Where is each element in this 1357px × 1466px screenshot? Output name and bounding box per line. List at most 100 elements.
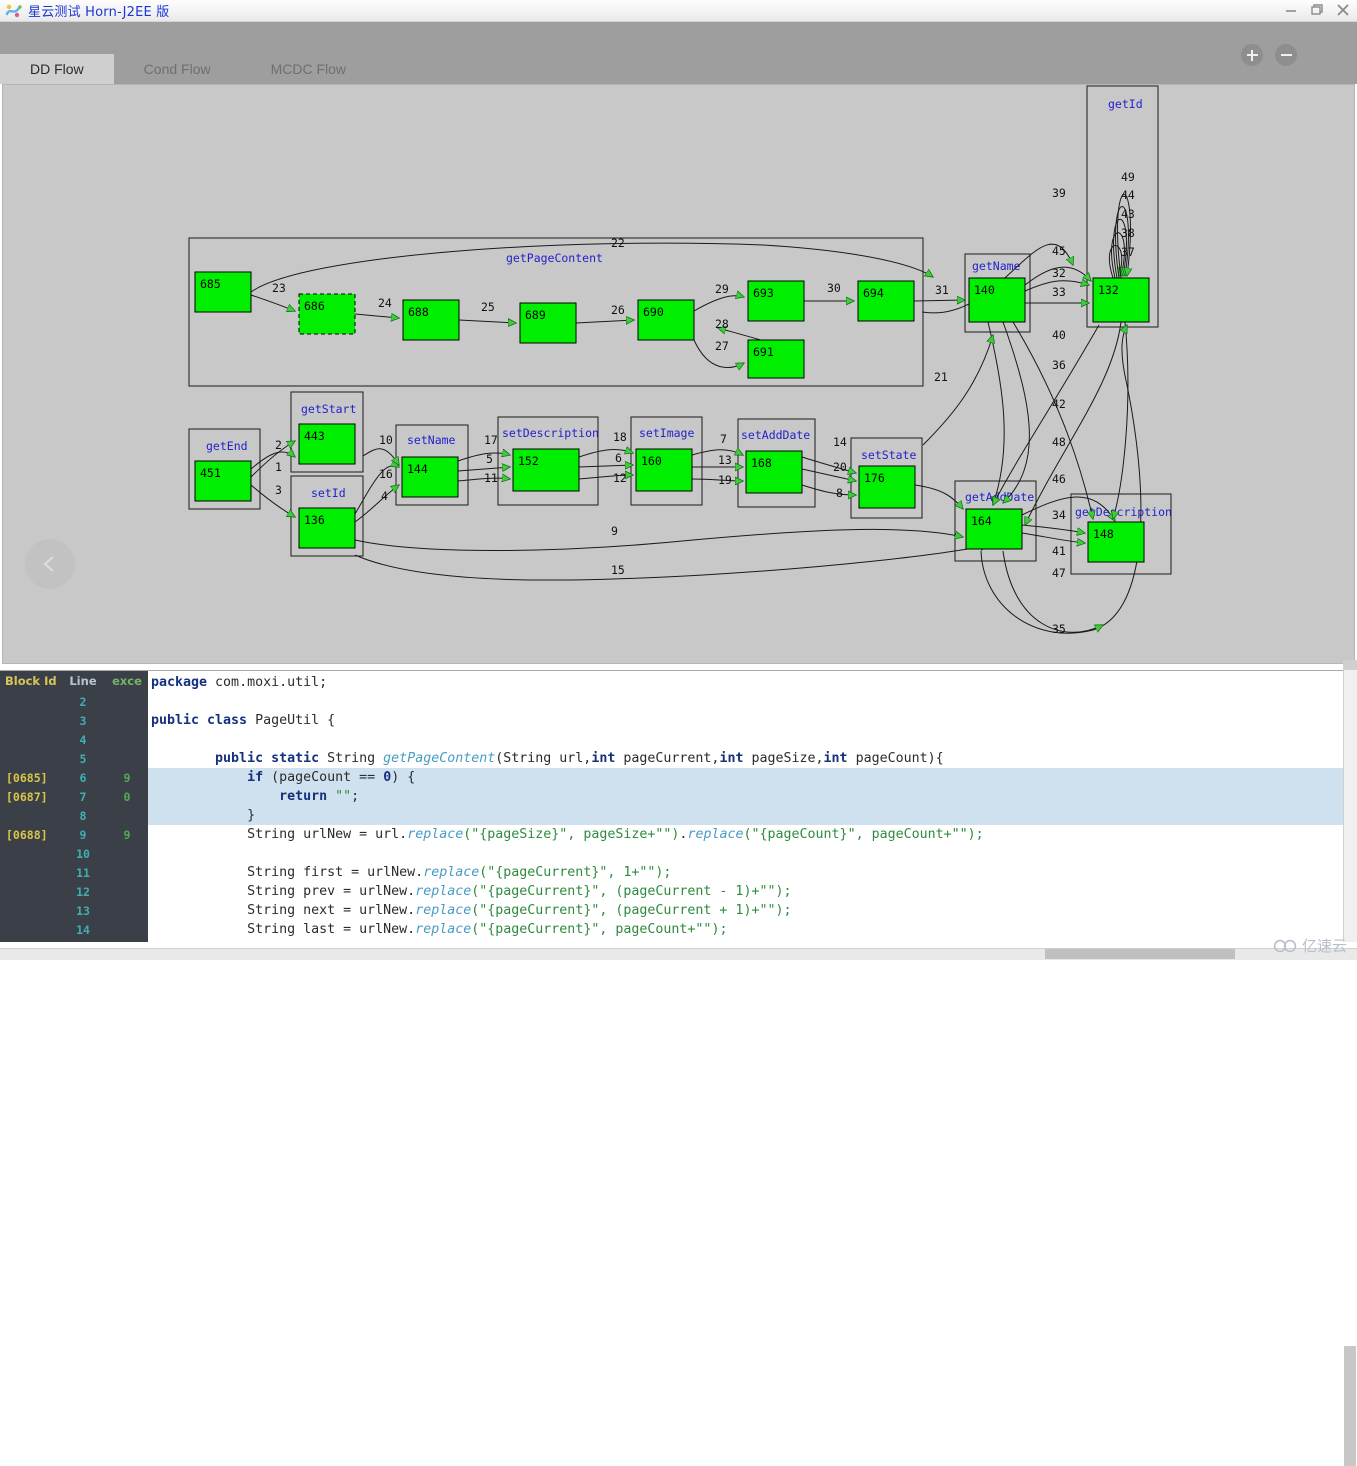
code-token: } [151,808,256,823]
code-token: "" [655,827,672,842]
edge-label: 5 [486,452,493,466]
watermark: 亿速云 [1273,935,1347,956]
code-gutter: Block Id Line exce 2 3 4 5 [0685] 6 9 [0687] 7 0 8… [0,671,148,950]
code-line[interactable]: String first = urlNew.replace("{pageCurr… [148,863,1357,882]
graph-edge [801,484,856,495]
edge-label: 17 [484,433,498,447]
edge-label: 14 [833,435,847,449]
source-code-panel[interactable]: Block Id Line exce 2 3 4 5 [0685] 6 9 [0687] 7 0 8… [0,670,1357,950]
graph-node-label: 148 [1093,527,1114,541]
code-line[interactable] [148,730,1357,749]
code-line[interactable]: public static String getPageContent(Stri… [148,749,1357,768]
edge-label: 31 [935,283,949,297]
gutter-row: 11 [0,863,148,882]
gutter-row: 3 [0,711,148,730]
maximize-icon[interactable] [1309,2,1325,18]
gutter-line-number: 2 [79,694,87,709]
close-icon[interactable] [1335,2,1351,18]
gutter-line-number: 10 [76,846,90,861]
code-line[interactable]: public class PageUtil { [148,711,1357,730]
gutter-exce-count: 9 [123,770,131,785]
code-token: "{pageCurrent}" [479,903,600,918]
gutter-header: Block Id Line exce [0,671,148,692]
edge-label: 18 [613,430,627,444]
code-line[interactable]: String next = urlNew.replace("{pageCurre… [148,901,1357,920]
graph-node-label: 443 [304,429,325,443]
edge-label: 16 [379,467,393,481]
horizontal-scroll-thumb[interactable] [1045,949,1235,959]
edge-label: 22 [611,236,625,250]
gutter-row: 4 [0,730,148,749]
code-token: ); [711,922,728,937]
code-token: "{pageCurrent}" [487,865,608,880]
gutter-row: [0688] 9 9 [0,825,148,844]
gutter-line-number: 12 [76,884,90,899]
app-logo-icon [5,3,23,19]
code-token: ; [351,789,360,804]
code-token: String [327,751,384,766]
window-title: 星云测试 Horn-J2EE 版 [28,5,170,20]
flow-graph-canvas[interactable]: getPageContent getId getName getEnd getStart… [2,84,1355,664]
code-vertical-scroll-thumb[interactable] [1344,1346,1356,1466]
code-line[interactable]: package com.moxi.util; [148,673,1357,692]
code-token: replace [687,827,744,842]
code-token: if [247,770,264,785]
code-line[interactable] [148,844,1357,863]
edge-label: 30 [827,281,841,295]
graph-edge [578,465,633,467]
edge-label: 8 [836,486,843,500]
code-token: "" [639,865,656,880]
zoom-out-icon[interactable] [1275,44,1297,66]
code-token: (String url, [495,751,592,766]
edge-label: 34 [1052,508,1066,522]
gutter-line-number: 11 [76,865,90,880]
edge-label: 40 [1052,328,1066,342]
prev-graph-button[interactable] [25,539,75,589]
graph-node-label: 144 [407,462,428,476]
code-token: return [279,789,328,804]
code-token: "" [335,789,352,804]
horizontal-scrollbar[interactable] [0,948,1357,960]
graph-node-label: 136 [304,513,325,527]
graph-node-label: 688 [408,305,429,319]
graph-node-label: 691 [753,345,774,359]
code-token: ); [967,827,984,842]
graph-edge [250,294,295,311]
code-token: "{pageCount}" [751,827,856,842]
zoom-in-icon[interactable] [1241,44,1263,66]
code-line[interactable]: return ""; [148,787,1357,806]
code-vertical-scrollbar[interactable] [1343,670,1357,1466]
scrollbar-corner [1343,660,1357,670]
cloud-icon [1273,939,1297,952]
gutter-row: 14 [0,920,148,939]
tab-cond-flow[interactable]: Cond Flow [114,54,241,84]
code-line[interactable]: } [148,806,1357,825]
code-line[interactable]: String urlNew = url.replace("{pageSize}"… [148,825,1357,844]
code-token: String prev = urlNew. [151,884,416,899]
cluster-label: getDescription [1075,505,1172,519]
graph-node-label: 690 [643,305,664,319]
code-line[interactable]: String last = urlNew.replace("{pageCurre… [148,920,1357,939]
edge-label: 2 [275,438,282,452]
code-line[interactable]: if (pageCount == 0) { [148,768,1357,787]
cluster-label: setImage [639,426,694,440]
tab-mcdc-flow[interactable]: MCDC Flow [241,54,376,84]
tab-dd-flow[interactable]: DD Flow [0,54,114,84]
code-token: String first = urlNew. [151,865,424,880]
cluster-label: getId [1108,97,1143,111]
edge-label: 43 [1121,207,1135,221]
code-token: com.moxi.util; [215,675,328,690]
gutter-rows: 2 3 4 5 [0685] 6 9 [0687] 7 0 8 [0688] 9 9 10 11 12 13 14 [0,692,148,939]
graph-edge [1003,321,1030,503]
gutter-line-number: 4 [79,732,87,747]
graph-edge [1113,321,1129,519]
code-line[interactable] [148,692,1357,711]
graph-node-label: 132 [1098,283,1119,297]
code-editor[interactable]: package com.moxi.util; public class PageU… [148,671,1357,950]
minimize-icon[interactable] [1283,2,1299,18]
gutter-line-number: 7 [79,789,87,804]
edge-label: 3 [275,483,282,497]
code-line[interactable]: String prev = urlNew.replace("{pageCurre… [148,882,1357,901]
graph-node-label: 176 [864,471,885,485]
graph-edge [987,321,1005,505]
